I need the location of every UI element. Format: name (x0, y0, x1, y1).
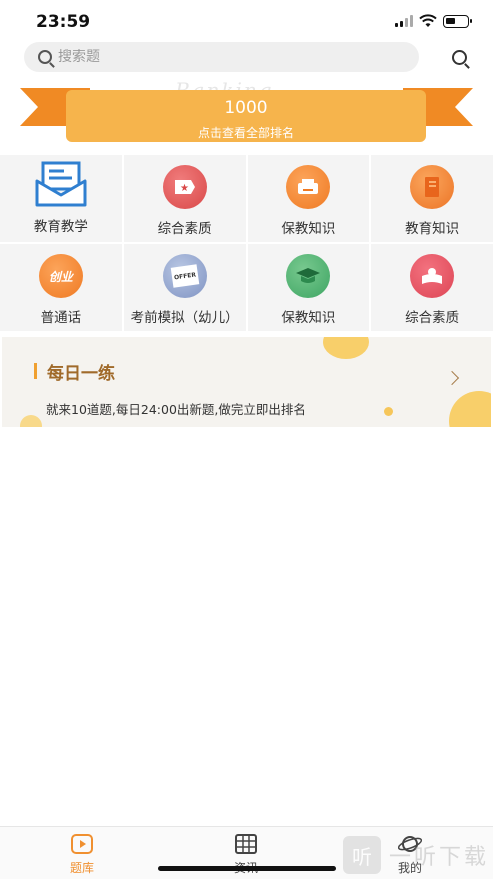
ranking-score: 1000 (224, 98, 268, 118)
chevron-right-icon (444, 370, 460, 386)
category-comprehensive-quality-2[interactable]: 综合素质 (371, 244, 493, 331)
daily-practice-desc: 就来10道题,每日24:00出新题,做完立即出排名 (46, 402, 306, 417)
grid-row-2: 创业 普通话 OFFER 考前模拟（幼儿） 保教知识 综合素质 (0, 244, 493, 331)
search-box[interactable] (24, 42, 419, 72)
search-input[interactable] (58, 49, 378, 65)
category-label: 普通话 (40, 310, 82, 326)
play-icon (71, 834, 93, 854)
title-accent-bar (34, 363, 37, 379)
status-bar: 23:59 (0, 0, 493, 44)
ranking-banner[interactable]: Ranking 1000 点击查看全部排名 (0, 78, 493, 150)
category-label: 考前模拟（幼儿） (130, 310, 239, 326)
category-comprehensive-quality[interactable]: ★ 综合素质 (123, 155, 246, 242)
wifi-icon (419, 14, 437, 27)
status-time: 23:59 (36, 12, 91, 32)
decor-blob (20, 415, 42, 427)
chuangye-icon-text: 创业 (48, 269, 73, 284)
grid-row-1: 教育教学 ★ 综合素质 保教知识 教育知识 (0, 155, 493, 242)
category-childcare-knowledge-2[interactable]: 保教知识 (247, 244, 370, 331)
view-all-ranking-link[interactable]: 点击查看全部排名 (66, 124, 426, 141)
battery-icon (443, 14, 472, 28)
ranking-card[interactable]: 1000 点击查看全部排名 (66, 90, 426, 142)
category-label: 教育知识 (405, 221, 460, 237)
chuangye-icon: 创业 (38, 254, 83, 298)
decor-blob (323, 337, 369, 359)
svg-text:★: ★ (180, 183, 189, 194)
grid-icon (235, 834, 257, 854)
category-label: 综合素质 (405, 310, 460, 326)
category-education-knowledge[interactable]: 教育知识 (371, 155, 493, 242)
offer-icon: OFFER (162, 254, 207, 298)
ticket-icon: ★ (162, 165, 207, 209)
status-icons (395, 14, 472, 28)
category-childcare-knowledge[interactable]: 保教知识 (247, 155, 370, 242)
search-icon (38, 50, 52, 64)
printer-icon (286, 165, 331, 209)
tab-news[interactable]: 资讯 (164, 827, 328, 879)
search-row (24, 42, 469, 72)
decor-blob (449, 391, 491, 427)
daily-practice-title: 每日一练 (47, 364, 115, 384)
category-mandarin[interactable]: 创业 普通话 (0, 244, 122, 331)
category-education-teaching[interactable]: 教育教学 (0, 155, 122, 242)
watermark-logo: 听 (342, 836, 381, 874)
watermark-text: 一听下载 (388, 845, 489, 870)
watermark: 听 一听下载 (342, 836, 489, 874)
category-label: 综合素质 (157, 221, 212, 237)
signal-icon (395, 15, 413, 27)
tab-question-bank[interactable]: 题库 (0, 827, 164, 879)
category-label: 保教知识 (281, 310, 336, 326)
category-grid: 教育教学 ★ 综合素质 保教知识 教育知识 创业 普通话 OFFER 考前模拟（… (0, 155, 493, 333)
category-label: 教育教学 (33, 219, 88, 235)
category-label: 保教知识 (281, 221, 336, 237)
search-icon (451, 49, 467, 65)
home-indicator (158, 866, 336, 871)
reading-icon (410, 254, 455, 298)
decor-blob (384, 407, 393, 416)
graduation-cap-icon (286, 254, 331, 298)
tab-label: 题库 (69, 861, 94, 875)
book-icon (410, 165, 455, 209)
envelope-icon (35, 161, 87, 207)
category-mock-exam-preschool[interactable]: OFFER 考前模拟（幼儿） (123, 244, 246, 331)
search-button[interactable] (449, 47, 469, 67)
offer-icon-text: OFFER (173, 271, 197, 281)
daily-practice-card[interactable]: 每日一练 就来10道题,每日24:00出新题,做完立即出排名 (2, 337, 491, 427)
